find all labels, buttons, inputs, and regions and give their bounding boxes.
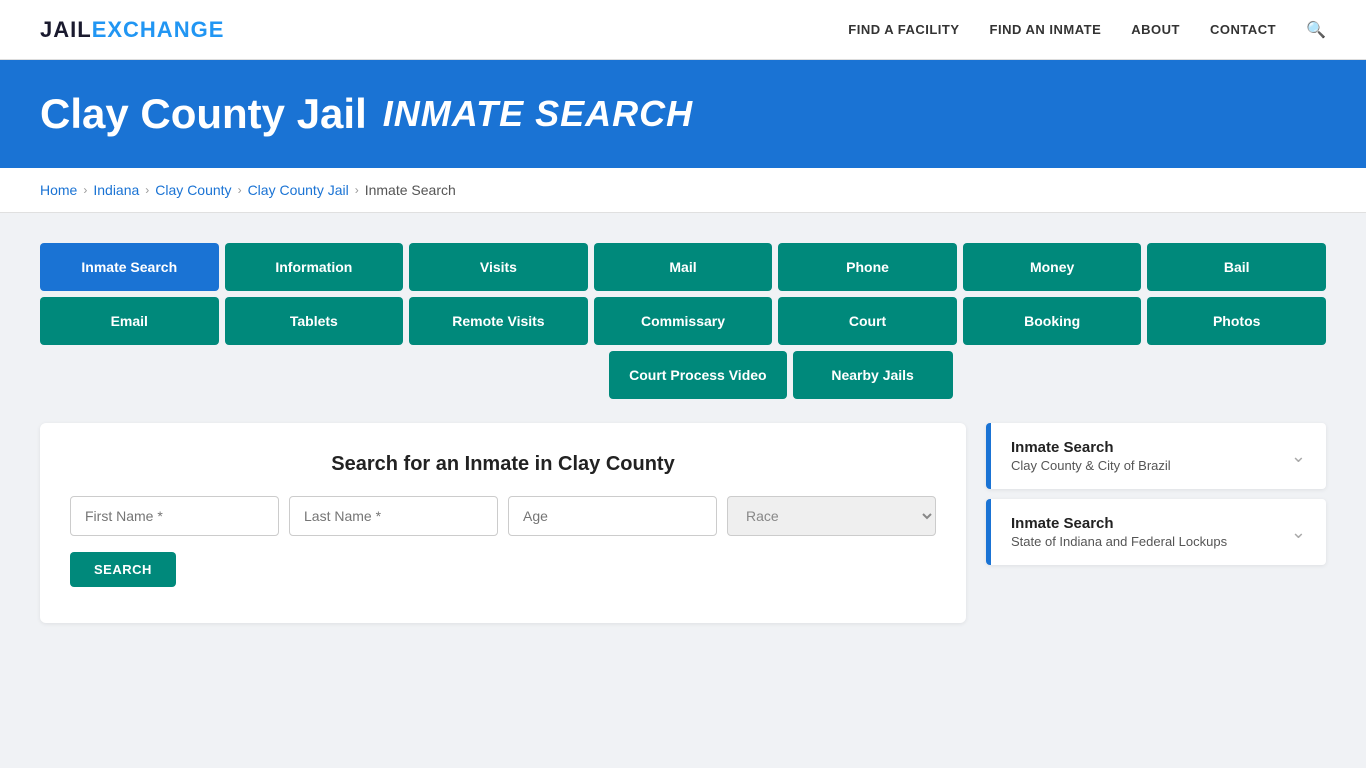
breadcrumb-inmate-search: Inmate Search <box>365 182 456 198</box>
tab-court-process-video[interactable]: Court Process Video <box>609 351 786 399</box>
hero-title-sub: INMATE SEARCH <box>383 93 693 135</box>
search-icon[interactable]: 🔍 <box>1306 20 1326 40</box>
last-name-input[interactable] <box>289 496 498 536</box>
chevron-down-icon-2: ⌄ <box>1291 522 1306 543</box>
tab-phone[interactable]: Phone <box>778 243 957 291</box>
tab-email[interactable]: Email <box>40 297 219 345</box>
race-select[interactable]: Race White Black Hispanic Asian Other <box>727 496 936 536</box>
hero-banner: Clay County Jail INMATE SEARCH <box>0 60 1366 168</box>
main-nav: FIND A FACILITY FIND AN INMATE ABOUT CON… <box>848 20 1326 40</box>
tab-remote-visits[interactable]: Remote Visits <box>409 297 588 345</box>
sidebar-card-text-2: Inmate Search State of Indiana and Feder… <box>1011 515 1227 549</box>
breadcrumb-sep-3: › <box>238 183 242 197</box>
sidebar: Inmate Search Clay County & City of Braz… <box>986 423 1326 575</box>
breadcrumb-indiana[interactable]: Indiana <box>93 182 139 198</box>
nav-find-inmate[interactable]: FIND AN INMATE <box>990 22 1102 37</box>
sidebar-card-indiana[interactable]: Inmate Search State of Indiana and Feder… <box>986 499 1326 565</box>
hero-title-main: Clay County Jail <box>40 90 367 138</box>
breadcrumb-sep-4: › <box>355 183 359 197</box>
tab-commissary[interactable]: Commissary <box>594 297 773 345</box>
search-fields: Race White Black Hispanic Asian Other <box>70 496 936 536</box>
breadcrumb-sep-1: › <box>83 183 87 197</box>
tab-court[interactable]: Court <box>778 297 957 345</box>
logo-jail: JAIL <box>40 17 92 42</box>
search-form-title: Search for an Inmate in Clay County <box>70 453 936 476</box>
sidebar-card-text-1: Inmate Search Clay County & City of Braz… <box>1011 439 1171 473</box>
tab-booking[interactable]: Booking <box>963 297 1142 345</box>
breadcrumb-bar: Home › Indiana › Clay County › Clay Coun… <box>0 168 1366 213</box>
content-area: Search for an Inmate in Clay County Race… <box>40 423 1326 623</box>
search-button[interactable]: SEARCH <box>70 552 176 587</box>
nav-about[interactable]: ABOUT <box>1131 22 1180 37</box>
sidebar-card-title-1: Inmate Search <box>1011 439 1171 456</box>
header: JAILEXCHANGE FIND A FACILITY FIND AN INM… <box>0 0 1366 60</box>
nav-contact[interactable]: CONTACT <box>1210 22 1276 37</box>
tab-tablets[interactable]: Tablets <box>225 297 404 345</box>
sidebar-card-sub-2: State of Indiana and Federal Lockups <box>1011 534 1227 549</box>
breadcrumb-clay-county[interactable]: Clay County <box>155 182 231 198</box>
breadcrumb-sep-2: › <box>145 183 149 197</box>
logo-exchange: EXCHANGE <box>92 17 225 42</box>
sidebar-card-clay-county[interactable]: Inmate Search Clay County & City of Braz… <box>986 423 1326 489</box>
sidebar-card-title-2: Inmate Search <box>1011 515 1227 532</box>
tab-bail[interactable]: Bail <box>1147 243 1326 291</box>
breadcrumb-home[interactable]: Home <box>40 182 77 198</box>
tab-mail[interactable]: Mail <box>594 243 773 291</box>
nav-find-facility[interactable]: FIND A FACILITY <box>848 22 959 37</box>
tab-information[interactable]: Information <box>225 243 404 291</box>
tabs-row3: Court Process Video Nearby Jails <box>40 351 1326 399</box>
sidebar-card-sub-1: Clay County & City of Brazil <box>1011 458 1171 473</box>
tabs-row1: Inmate Search Information Visits Mail Ph… <box>40 243 1326 291</box>
breadcrumb: Home › Indiana › Clay County › Clay Coun… <box>40 182 1326 198</box>
tab-money[interactable]: Money <box>963 243 1142 291</box>
chevron-down-icon-1: ⌄ <box>1291 446 1306 467</box>
first-name-input[interactable] <box>70 496 279 536</box>
search-form-card: Search for an Inmate in Clay County Race… <box>40 423 966 623</box>
tab-nearby-jails[interactable]: Nearby Jails <box>793 351 953 399</box>
age-input[interactable] <box>508 496 717 536</box>
tabs-row2: Email Tablets Remote Visits Commissary C… <box>40 297 1326 345</box>
page-title: Clay County Jail INMATE SEARCH <box>40 90 1326 138</box>
tab-photos[interactable]: Photos <box>1147 297 1326 345</box>
tab-visits[interactable]: Visits <box>409 243 588 291</box>
logo[interactable]: JAILEXCHANGE <box>40 17 224 43</box>
main-content: Inmate Search Information Visits Mail Ph… <box>0 213 1366 653</box>
breadcrumb-clay-county-jail[interactable]: Clay County Jail <box>248 182 349 198</box>
tab-inmate-search[interactable]: Inmate Search <box>40 243 219 291</box>
